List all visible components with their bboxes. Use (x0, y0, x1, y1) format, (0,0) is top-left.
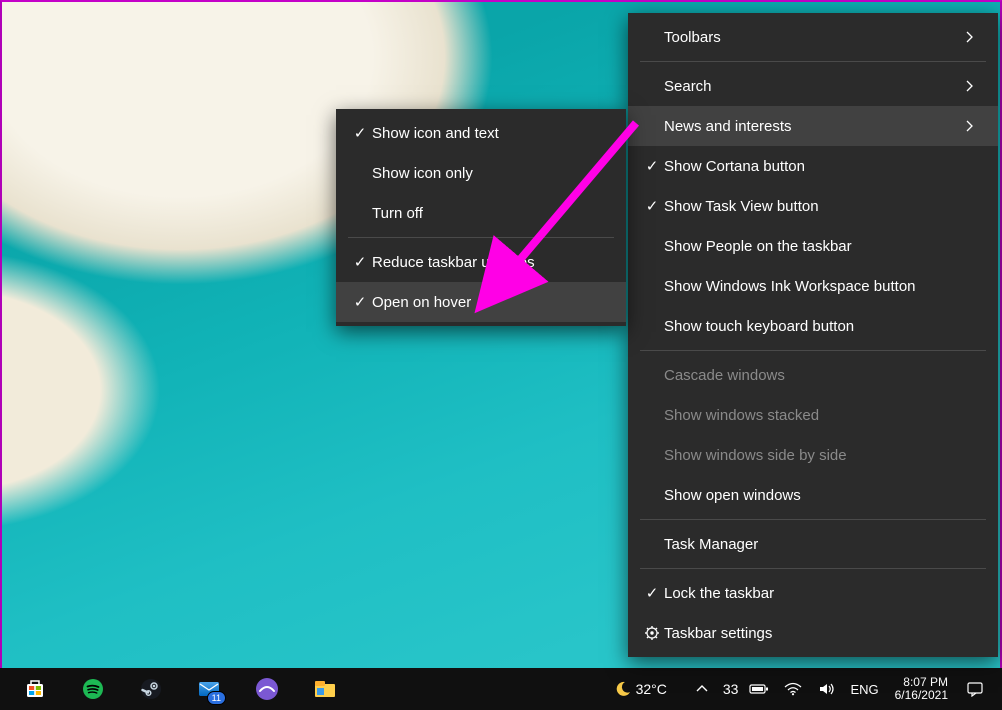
menu-item-search[interactable]: Search (628, 66, 998, 106)
submenu-item-open-on-hover[interactable]: ✓ Open on hover (336, 282, 626, 322)
spotify-icon[interactable] (80, 676, 106, 702)
check-icon: ✓ (640, 157, 664, 175)
divider (640, 61, 986, 62)
menu-item-show-ink[interactable]: Show Windows Ink Workspace button (628, 266, 998, 306)
language-indicator[interactable]: ENG (848, 682, 880, 697)
menu-item-show-touchkb[interactable]: Show touch keyboard button (628, 306, 998, 346)
menu-label: Show Windows Ink Workspace button (664, 278, 980, 295)
battery-icon[interactable] (746, 676, 772, 702)
menu-label: Search (664, 78, 966, 95)
menu-item-show-open-windows[interactable]: Show open windows (628, 475, 998, 515)
wifi-icon[interactable] (780, 676, 806, 702)
clock[interactable]: 8:07 PM 6/16/2021 (889, 676, 954, 702)
menu-item-task-manager[interactable]: Task Manager (628, 524, 998, 564)
moon-icon (614, 680, 632, 698)
menu-label: Lock the taskbar (664, 585, 980, 602)
taskbar-context-menu: Toolbars Search News and interests ✓ Sho… (628, 13, 998, 657)
submenu-item-show-icon-only[interactable]: Show icon only (336, 153, 626, 193)
chevron-right-icon (966, 80, 980, 92)
submenu-item-reduce-updates[interactable]: ✓ Reduce taskbar updates (336, 242, 626, 282)
submenu-item-show-icon-text[interactable]: ✓ Show icon and text (336, 113, 626, 153)
tray-count[interactable]: 33 (723, 681, 739, 697)
mail-icon[interactable]: 11 (196, 676, 222, 702)
menu-item-toolbars[interactable]: Toolbars (628, 17, 998, 57)
menu-label: Task Manager (664, 536, 980, 553)
menu-label: Show windows side by side (664, 447, 980, 464)
file-explorer-icon[interactable] (312, 676, 338, 702)
menu-label: Show People on the taskbar (664, 238, 980, 255)
divider (640, 519, 986, 520)
menu-label: Show open windows (664, 487, 980, 504)
volume-icon[interactable] (814, 676, 840, 702)
check-icon: ✓ (640, 584, 664, 602)
menu-label: Open on hover (372, 294, 608, 311)
check-icon: ✓ (348, 253, 372, 271)
weather-temp: 32°C (636, 681, 667, 697)
menu-item-show-taskview[interactable]: ✓ Show Task View button (628, 186, 998, 226)
news-interests-submenu: ✓ Show icon and text Show icon only Turn… (336, 109, 626, 326)
menu-label: Show Cortana button (664, 158, 980, 175)
menu-item-lock-taskbar[interactable]: ✓ Lock the taskbar (628, 573, 998, 613)
menu-label: Taskbar settings (664, 625, 980, 642)
menu-item-news-and-interests[interactable]: News and interests (628, 106, 998, 146)
menu-label: Cascade windows (664, 367, 980, 384)
action-center-icon[interactable] (962, 676, 988, 702)
chevron-right-icon (966, 31, 980, 43)
tray-expand-icon[interactable] (689, 676, 715, 702)
mail-badge: 11 (207, 691, 226, 705)
submenu-item-turn-off[interactable]: Turn off (336, 193, 626, 233)
check-icon: ✓ (640, 197, 664, 215)
microsoft-store-icon[interactable] (22, 676, 48, 702)
system-tray: 32°C 33 ENG 8:07 PM 6/16/2021 (614, 676, 1002, 702)
menu-item-taskbar-settings[interactable]: Taskbar settings (628, 613, 998, 653)
app-purple-icon[interactable] (254, 676, 280, 702)
divider (640, 350, 986, 351)
menu-item-stacked[interactable]: Show windows stacked (628, 395, 998, 435)
chevron-right-icon (966, 120, 980, 132)
divider (348, 237, 614, 238)
weather-widget[interactable]: 32°C (614, 680, 667, 698)
clock-date: 6/16/2021 (895, 689, 948, 702)
menu-item-sidebyside[interactable]: Show windows side by side (628, 435, 998, 475)
menu-label: Turn off (372, 205, 608, 222)
menu-label: Reduce taskbar updates (372, 254, 608, 271)
taskbar[interactable]: 11 32°C 33 ENG 8:07 PM 6/16/2021 (0, 668, 1002, 710)
menu-label: Show touch keyboard button (664, 318, 980, 335)
menu-label: News and interests (664, 118, 966, 135)
menu-item-cascade[interactable]: Cascade windows (628, 355, 998, 395)
check-icon: ✓ (348, 124, 372, 142)
menu-item-show-people[interactable]: Show People on the taskbar (628, 226, 998, 266)
menu-label: Show icon only (372, 165, 608, 182)
check-icon: ✓ (348, 293, 372, 311)
menu-label: Show icon and text (372, 125, 608, 142)
steam-icon[interactable] (138, 676, 164, 702)
menu-item-show-cortana[interactable]: ✓ Show Cortana button (628, 146, 998, 186)
gear-icon (640, 625, 664, 641)
menu-label: Toolbars (664, 29, 966, 46)
taskbar-apps: 11 (0, 676, 338, 702)
menu-label: Show windows stacked (664, 407, 980, 424)
divider (640, 568, 986, 569)
menu-label: Show Task View button (664, 198, 980, 215)
